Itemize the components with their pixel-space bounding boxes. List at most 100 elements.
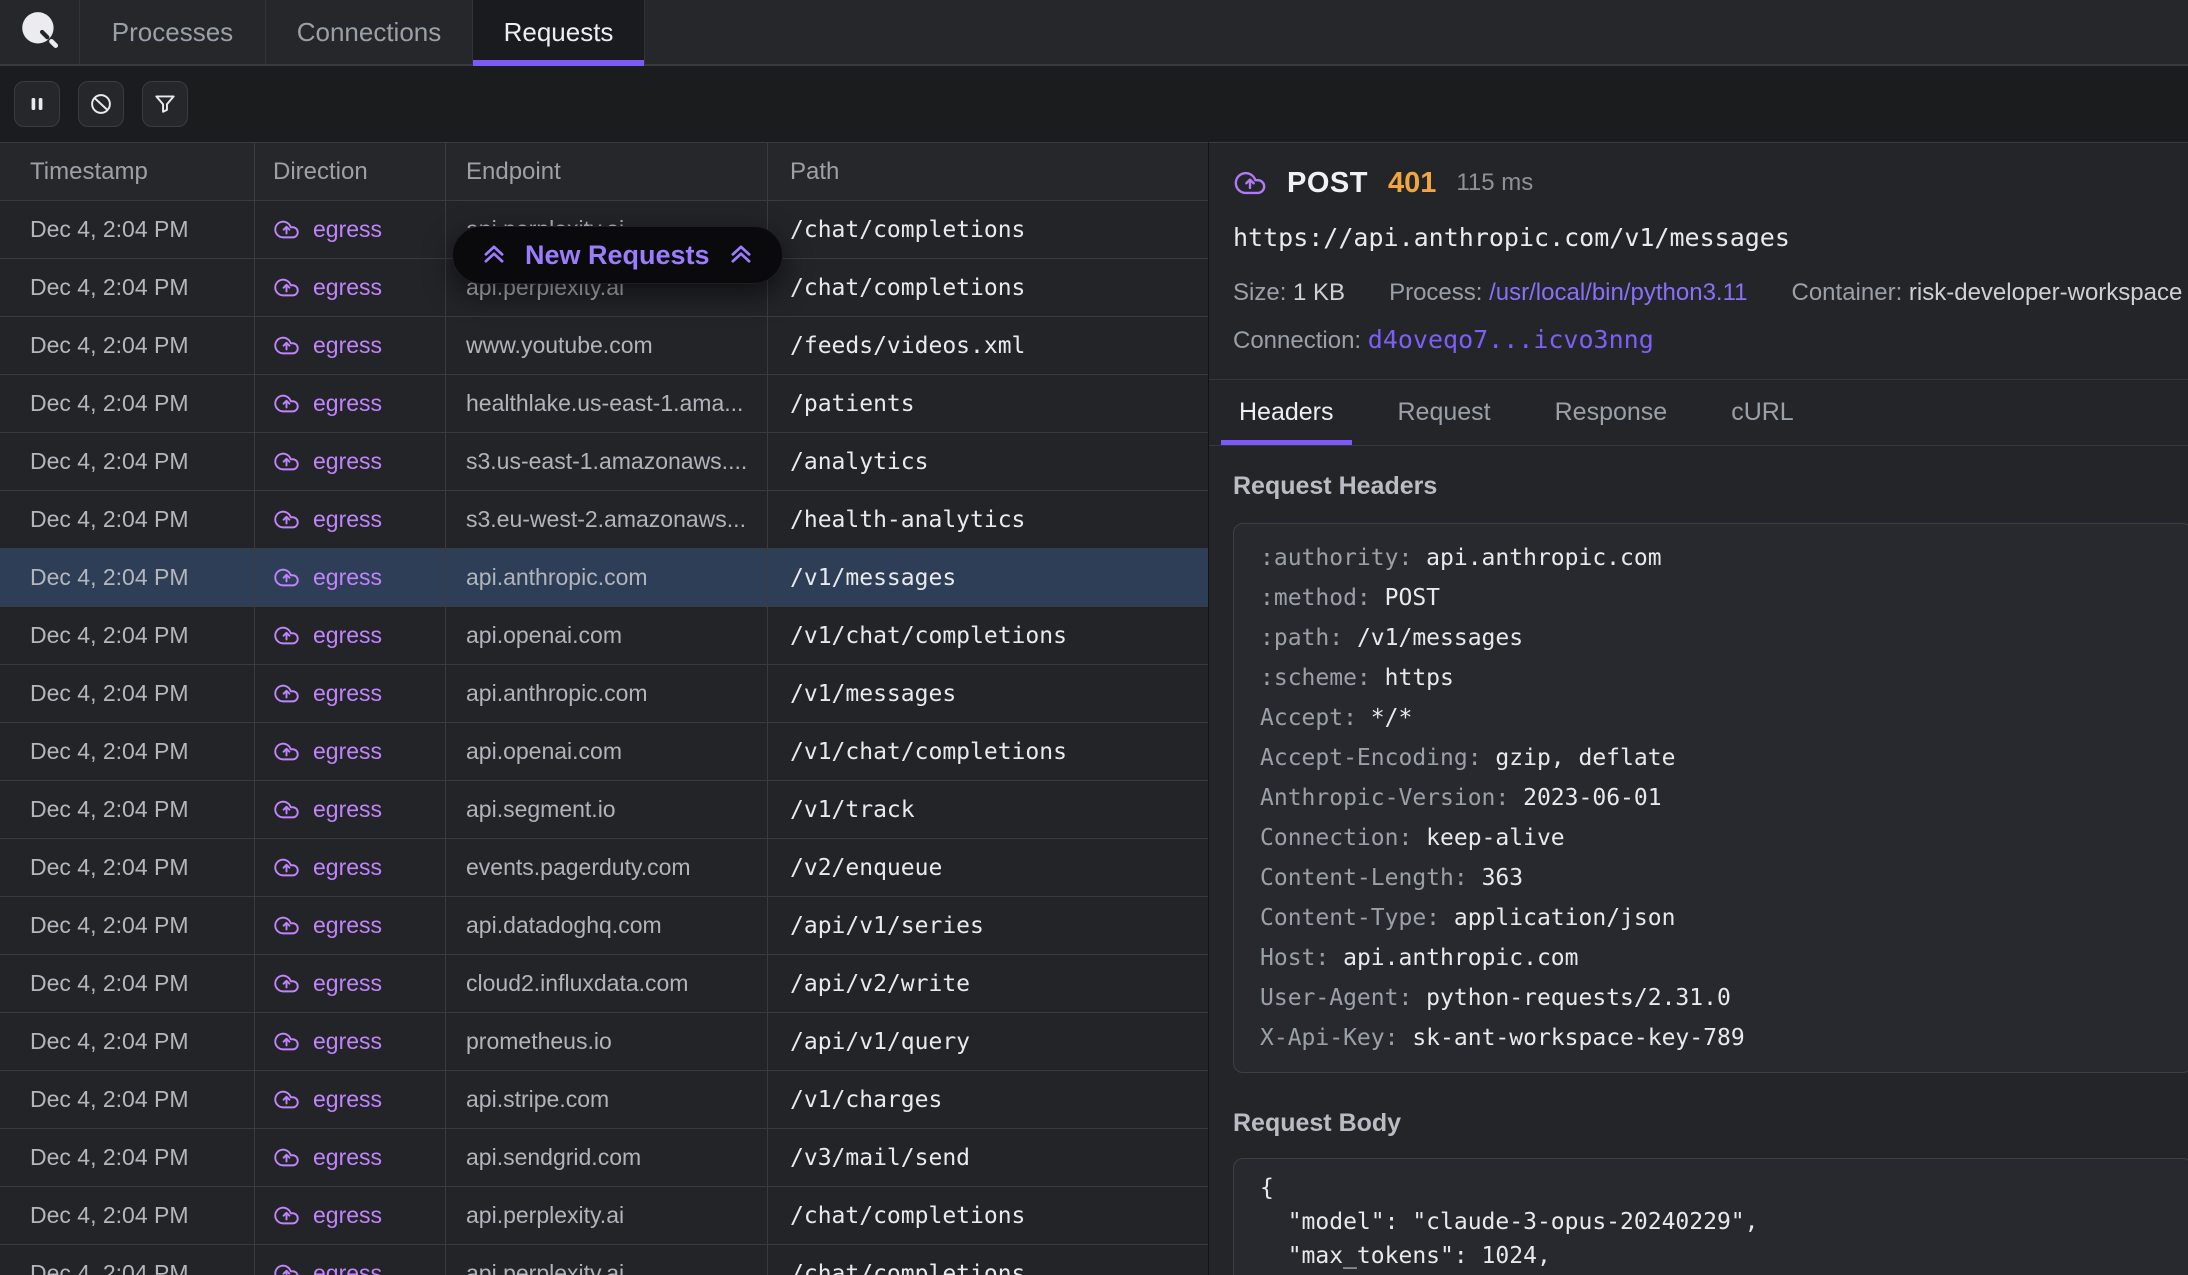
table-row[interactable]: Dec 4, 2:04 PM egress www.youtube.com /f…	[0, 317, 1208, 375]
tab-processes[interactable]: Processes	[80, 0, 266, 64]
direction-badge: egress	[273, 912, 382, 939]
table-row[interactable]: Dec 4, 2:04 PM egress api.datadoghq.com …	[0, 897, 1208, 955]
endpoint-cell: api.segment.io	[446, 781, 768, 838]
size-field: Size: 1 KB	[1233, 279, 1345, 309]
direction-cell: egress	[255, 1013, 446, 1070]
cloud-upload-icon	[273, 1028, 300, 1055]
header-line: Accept: */*	[1260, 698, 2166, 738]
direction-badge: egress	[273, 1086, 382, 1113]
filter-button[interactable]	[142, 81, 188, 127]
path-cell: /v3/mail/send	[768, 1145, 1208, 1171]
header-value: */*	[1371, 705, 1413, 731]
connection-link[interactable]: d4oveqo7...icvo3nng	[1368, 325, 1654, 354]
detail-tab-response[interactable]: Response	[1537, 380, 1686, 445]
table-row[interactable]: Dec 4, 2:04 PM egress api.stripe.com /v1…	[0, 1071, 1208, 1129]
direction-badge: egress	[273, 274, 382, 301]
detail-tab-request[interactable]: Request	[1380, 380, 1509, 445]
header-value: api.anthropic.com	[1343, 945, 1578, 971]
process-field: Process: /usr/local/bin/python3.11	[1389, 279, 1747, 309]
process-link[interactable]: /usr/local/bin/python3.11	[1489, 279, 1747, 306]
header-line: Anthropic-Version: 2023-06-01	[1260, 778, 2166, 818]
path-cell: /v1/track	[768, 797, 1208, 823]
direction-label: egress	[313, 1086, 382, 1113]
endpoint-cell: api.perplexity.ai	[446, 1187, 768, 1244]
tab-label: Connections	[297, 17, 442, 48]
table-row[interactable]: Dec 4, 2:04 PM egress events.pagerduty.c…	[0, 839, 1208, 897]
direction-cell: egress	[255, 433, 446, 490]
table-row[interactable]: Dec 4, 2:04 PM egress cloud2.influxdata.…	[0, 955, 1208, 1013]
chevrons-up-icon	[479, 240, 509, 270]
endpoint-cell: s3.us-east-1.amazonaws....	[446, 433, 768, 490]
header-line: :scheme: https	[1260, 658, 2166, 698]
cloud-upload-icon	[273, 332, 300, 359]
table-body: Dec 4, 2:04 PM egress api.perplexity.ai …	[0, 201, 1208, 1275]
endpoint-cell: api.openai.com	[446, 607, 768, 664]
table-row[interactable]: Dec 4, 2:04 PM egress api.segment.io /v1…	[0, 781, 1208, 839]
new-requests-pill[interactable]: New Requests	[452, 226, 783, 284]
detail-tab-bar: Headers Request Response cURL	[1209, 379, 2188, 446]
header-line: :path: /v1/messages	[1260, 618, 2166, 658]
timestamp-cell: Dec 4, 2:04 PM	[0, 839, 255, 896]
block-button[interactable]	[78, 81, 124, 127]
tab-connections[interactable]: Connections	[266, 0, 473, 64]
table-row[interactable]: Dec 4, 2:04 PM egress api.anthropic.com …	[0, 665, 1208, 723]
cloud-upload-icon	[273, 912, 300, 939]
detail-tab-content: Request Headers :authority: api.anthropi…	[1209, 446, 2188, 1275]
cloud-upload-icon	[273, 390, 300, 417]
detail-tab-headers[interactable]: Headers	[1221, 380, 1352, 445]
direction-label: egress	[313, 912, 382, 939]
direction-cell: egress	[255, 375, 446, 432]
table-row[interactable]: Dec 4, 2:04 PM egress healthlake.us-east…	[0, 375, 1208, 433]
topbar-filler	[645, 0, 2188, 64]
app-logo-button[interactable]	[0, 0, 80, 64]
direction-cell: egress	[255, 491, 446, 548]
direction-badge: egress	[273, 796, 382, 823]
direction-cell: egress	[255, 201, 446, 258]
timestamp-cell: Dec 4, 2:04 PM	[0, 259, 255, 316]
table-row[interactable]: Dec 4, 2:04 PM egress s3.eu-west-2.amazo…	[0, 491, 1208, 549]
direction-label: egress	[313, 1144, 382, 1171]
direction-label: egress	[313, 622, 382, 649]
direction-cell: egress	[255, 1129, 446, 1186]
direction-cell: egress	[255, 665, 446, 722]
request-url: https://api.anthropic.com/v1/messages	[1233, 223, 2188, 253]
process-label: Process:	[1389, 279, 1482, 306]
filter-icon	[152, 91, 178, 117]
timestamp-cell: Dec 4, 2:04 PM	[0, 433, 255, 490]
header-line: Host: api.anthropic.com	[1260, 938, 2166, 978]
direction-cell: egress	[255, 1187, 446, 1244]
table-row[interactable]: Dec 4, 2:04 PM egress s3.us-east-1.amazo…	[0, 433, 1208, 491]
pause-button[interactable]	[14, 81, 60, 127]
table-row[interactable]: Dec 4, 2:04 PM egress api.openai.com /v1…	[0, 607, 1208, 665]
header-key: Content-Type:	[1260, 905, 1454, 931]
detail-tab-curl[interactable]: cURL	[1713, 380, 1812, 445]
direction-cell: egress	[255, 607, 446, 664]
endpoint-cell: cloud2.influxdata.com	[446, 955, 768, 1012]
ban-icon	[88, 91, 114, 117]
top-tab-bar: Processes Connections Requests	[0, 0, 2188, 66]
table-header-row: Timestamp Direction Endpoint Path	[0, 143, 1208, 201]
request-duration: 115 ms	[1456, 169, 1533, 197]
table-row[interactable]: Dec 4, 2:04 PM egress api.perplexity.ai …	[0, 1187, 1208, 1245]
table-row[interactable]: Dec 4, 2:04 PM egress api.openai.com /v1…	[0, 723, 1208, 781]
table-row[interactable]: Dec 4, 2:04 PM egress api.anthropic.com …	[0, 549, 1208, 607]
direction-label: egress	[313, 854, 382, 881]
connection-label: Connection:	[1233, 327, 1361, 354]
endpoint-cell: www.youtube.com	[446, 317, 768, 374]
direction-label: egress	[313, 564, 382, 591]
tab-requests[interactable]: Requests	[473, 0, 645, 64]
direction-label: egress	[313, 332, 382, 359]
timestamp-cell: Dec 4, 2:04 PM	[0, 317, 255, 374]
table-row[interactable]: Dec 4, 2:04 PM egress prometheus.io /api…	[0, 1013, 1208, 1071]
connection-row: Connection: d4oveqo7...icvo3nng	[1233, 325, 2188, 355]
table-row[interactable]: Dec 4, 2:04 PM egress api.perplexity.ai …	[0, 1245, 1208, 1275]
path-cell: /chat/completions	[768, 217, 1208, 243]
network-monitor-window: Processes Connections Requests	[0, 0, 2188, 1275]
path-cell: /api/v1/series	[768, 913, 1208, 939]
table-row[interactable]: Dec 4, 2:04 PM egress api.sendgrid.com /…	[0, 1129, 1208, 1187]
direction-label: egress	[313, 680, 382, 707]
direction-badge: egress	[273, 970, 382, 997]
container-value: risk-developer-workspace	[1909, 279, 2182, 306]
direction-cell: egress	[255, 1245, 446, 1275]
magnifier-logo-icon	[17, 9, 63, 55]
